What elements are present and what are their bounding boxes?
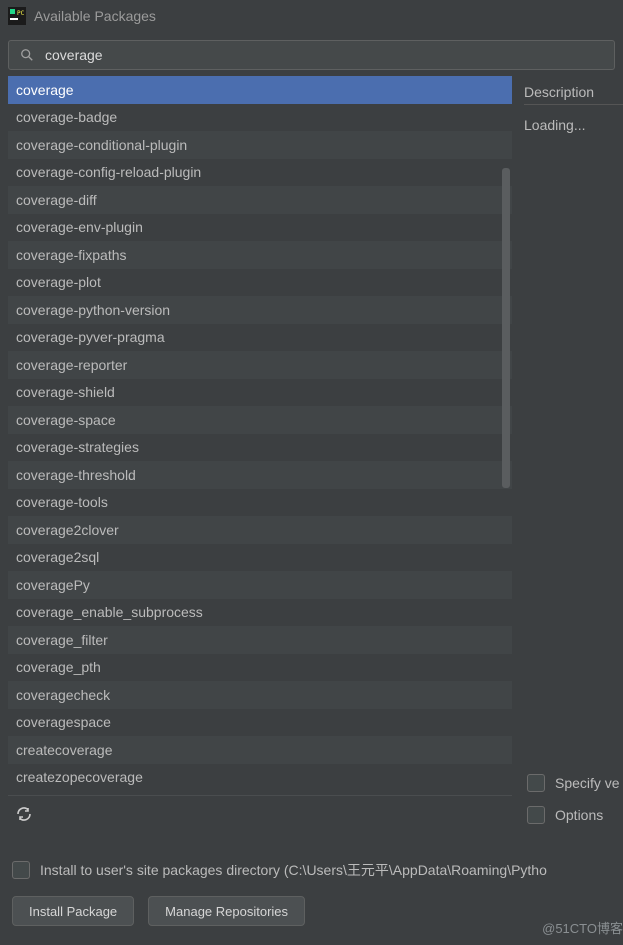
package-name: coveragecheck [16, 687, 110, 703]
install-package-button[interactable]: Install Package [12, 896, 134, 926]
package-name: coverage_enable_subprocess [16, 604, 203, 620]
window-title: Available Packages [34, 8, 156, 24]
package-name: coverage-fixpaths [16, 247, 127, 263]
package-name: coverage-reporter [16, 357, 127, 373]
package-name: coverage-plot [16, 274, 101, 290]
package-item[interactable]: coverage_filter [8, 626, 512, 654]
bottom-buttons: Install Package Manage Repositories [12, 896, 305, 926]
package-item[interactable]: createcoverage [8, 736, 512, 764]
package-name: coverage-python-version [16, 302, 170, 318]
package-item[interactable]: coverage-strategies [8, 434, 512, 462]
package-name: coverage_filter [16, 632, 108, 648]
package-item[interactable]: coverage-python-version [8, 296, 512, 324]
package-name: coverage2sql [16, 549, 99, 565]
package-item[interactable]: coveragePy [8, 571, 512, 599]
package-item[interactable]: coverage-conditional-plugin [8, 131, 512, 159]
package-name: coverage-conditional-plugin [16, 137, 187, 153]
package-name: coverage-space [16, 412, 116, 428]
package-item[interactable]: coverage-shield [8, 379, 512, 407]
svg-text:PC: PC [17, 10, 25, 17]
package-name: coveragePy [16, 577, 90, 593]
search-bar[interactable] [8, 40, 615, 70]
loading-text: Loading... [524, 117, 623, 133]
content-area: coverage coverage-badge coverage-condition… [8, 76, 623, 836]
package-item[interactable]: coverage_pth [8, 654, 512, 682]
description-panel: Description Loading... [524, 76, 623, 836]
pycharm-icon: PC [8, 7, 26, 25]
package-name: coverage-threshold [16, 467, 136, 483]
package-item[interactable]: coverage-plot [8, 269, 512, 297]
package-name: coverage-config-reload-plugin [16, 164, 201, 180]
package-item[interactable]: coverage-badge [8, 104, 512, 132]
search-icon [19, 47, 35, 63]
right-options: Specify ve Options [527, 774, 623, 838]
package-item[interactable]: coverage-space [8, 406, 512, 434]
titlebar: PC Available Packages [0, 0, 623, 32]
install-user-site-label: Install to user's site packages director… [40, 860, 547, 880]
package-name: coverage-shield [16, 384, 115, 400]
package-name: createzopecoverage [16, 769, 143, 785]
package-name: coverage [16, 82, 74, 98]
specify-version-row[interactable]: Specify ve [527, 774, 623, 792]
package-item[interactable]: coveragecheck [8, 681, 512, 709]
refresh-icon[interactable] [16, 806, 34, 824]
package-item[interactable]: coverage2clover [8, 516, 512, 544]
scrollbar[interactable] [502, 168, 510, 508]
options-label: Options [555, 807, 603, 823]
package-name: coverage-pyver-pragma [16, 329, 165, 345]
scrollbar-thumb[interactable] [502, 168, 510, 488]
package-item[interactable]: coverage-tools [8, 489, 512, 517]
search-input[interactable] [45, 47, 604, 63]
manage-repositories-button[interactable]: Manage Repositories [148, 896, 305, 926]
package-item[interactable]: coverage-reporter [8, 351, 512, 379]
package-name: coverage-badge [16, 109, 117, 125]
description-label: Description [524, 84, 623, 100]
specify-version-checkbox[interactable] [527, 774, 545, 792]
options-row[interactable]: Options [527, 806, 623, 824]
package-name: coverage-diff [16, 192, 97, 208]
package-name: coverage-strategies [16, 439, 139, 455]
package-name: coverage_pth [16, 659, 101, 675]
package-item[interactable]: coverage2sql [8, 544, 512, 572]
package-item[interactable]: coverage-diff [8, 186, 512, 214]
package-list[interactable]: coverage coverage-badge coverage-condition… [8, 76, 512, 836]
package-name: coveragespace [16, 714, 111, 730]
divider [8, 795, 512, 796]
package-item[interactable]: coverage [8, 76, 512, 104]
install-user-site-row[interactable]: Install to user's site packages director… [12, 860, 622, 880]
package-item[interactable]: coveragespace [8, 709, 512, 737]
refresh-row [8, 798, 512, 832]
divider [524, 104, 623, 105]
package-item[interactable]: coverage-pyver-pragma [8, 324, 512, 352]
package-name: coverage-tools [16, 494, 108, 510]
package-name: coverage-env-plugin [16, 219, 143, 235]
package-name: coverage2clover [16, 522, 119, 538]
package-item[interactable]: coverage-env-plugin [8, 214, 512, 242]
package-item[interactable]: coverage_enable_subprocess [8, 599, 512, 627]
specify-version-label: Specify ve [555, 775, 620, 791]
watermark: @51CTO博客 [542, 918, 623, 937]
package-name: createcoverage [16, 742, 113, 758]
install-user-site-checkbox[interactable] [12, 861, 30, 879]
package-item[interactable]: createzopecoverage [8, 764, 512, 792]
package-item[interactable]: coverage-config-reload-plugin [8, 159, 512, 187]
package-item[interactable]: coverage-threshold [8, 461, 512, 489]
package-item[interactable]: coverage-fixpaths [8, 241, 512, 269]
options-checkbox[interactable] [527, 806, 545, 824]
